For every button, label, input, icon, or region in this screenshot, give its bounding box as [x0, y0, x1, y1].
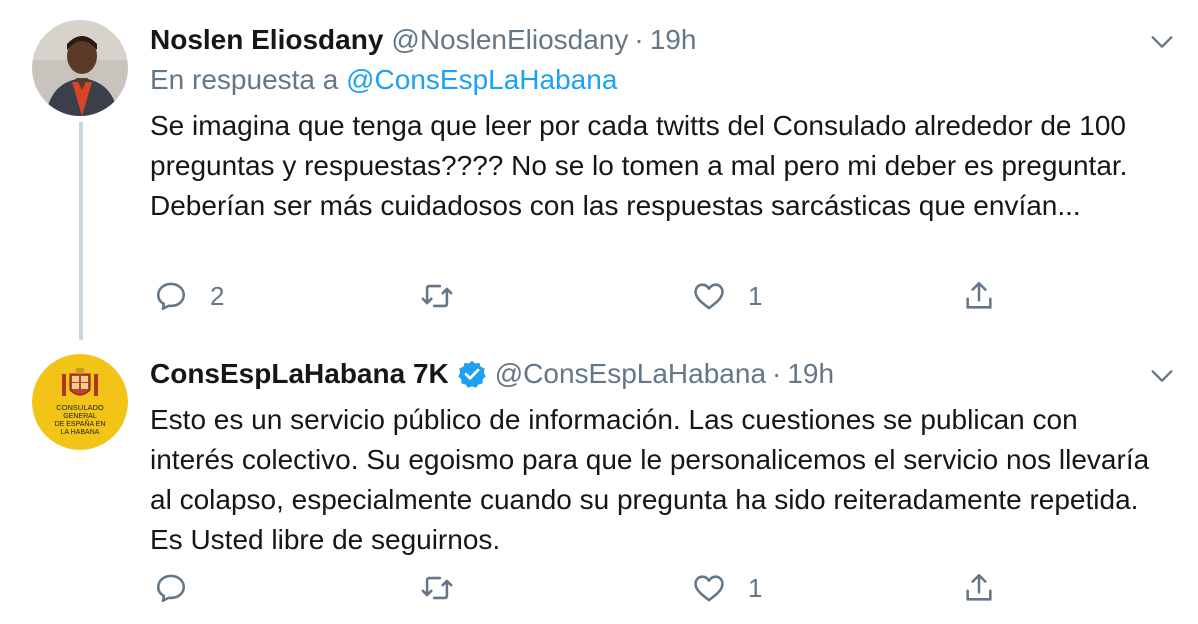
retweet-icon	[421, 576, 453, 600]
heart-icon	[694, 283, 724, 310]
timestamp[interactable]: 19h	[650, 24, 697, 55]
reply-button[interactable]: 2	[154, 276, 224, 316]
retweet-button[interactable]	[420, 276, 476, 316]
user-handle[interactable]: @NoslenEliosdany	[391, 24, 628, 55]
tweet-actions: 2 1	[150, 276, 1010, 316]
heart-icon	[694, 575, 724, 602]
reply-icon	[156, 574, 186, 603]
like-button[interactable]: 1	[692, 276, 762, 316]
chevron-down-icon[interactable]	[1148, 362, 1176, 390]
logo-line: GENERAL	[63, 413, 97, 420]
tweet-actions: 1	[150, 568, 1010, 608]
user-handle[interactable]: @ConsEspLaHabana	[495, 358, 766, 389]
reply-count: 2	[210, 280, 225, 311]
share-button[interactable]	[962, 568, 996, 608]
logo-line: LA HABANA	[61, 429, 100, 436]
reply-button[interactable]	[154, 568, 210, 608]
share-icon	[966, 573, 992, 601]
timestamp[interactable]: 19h	[787, 358, 834, 389]
tweet-header: ConsEspLaHabana 7K @ConsEspLaHabana · 19h	[150, 356, 1158, 392]
reply-icon	[156, 282, 186, 311]
user-avatar[interactable]	[32, 20, 128, 116]
tweet[interactable]: CONSULADO GENERAL DE ESPAÑA EN LA HABANA…	[0, 340, 1198, 624]
like-button[interactable]: 1	[692, 568, 762, 608]
tweet[interactable]: Noslen Eliosdany @NoslenEliosdany · 19h En …	[0, 0, 1198, 340]
tweet-content: Noslen Eliosdany @NoslenEliosdany · 19h En …	[150, 22, 1158, 226]
tweet-text: Esto es un servicio público de informaci…	[150, 404, 1150, 555]
retweet-icon	[421, 284, 453, 308]
thread-connector-line	[79, 122, 83, 340]
tweet-text: Se imagina que tenga que leer por cada t…	[150, 110, 1128, 221]
user-photo-avatar-icon	[32, 20, 128, 116]
consulate-logo-avatar-icon: CONSULADO GENERAL DE ESPAÑA EN LA HABANA	[32, 354, 128, 450]
tweet-content: ConsEspLaHabana 7K @ConsEspLaHabana · 19h …	[150, 356, 1158, 560]
logo-line: CONSULADO	[56, 403, 104, 412]
share-button[interactable]	[962, 276, 996, 316]
verified-badge-icon	[458, 360, 486, 388]
like-count: 1	[748, 280, 763, 311]
separator-dot: ·	[634, 24, 644, 55]
logo-line: DE ESPAÑA EN	[55, 419, 106, 428]
reply-prefix: En respuesta a	[150, 64, 339, 95]
display-name[interactable]: Noslen Eliosdany	[150, 24, 383, 55]
reply-mention-link[interactable]: @ConsEspLaHabana	[346, 64, 617, 95]
chevron-down-icon[interactable]	[1148, 28, 1176, 56]
display-name[interactable]: ConsEspLaHabana 7K	[150, 358, 449, 389]
separator-dot: ·	[772, 358, 782, 389]
retweet-button[interactable]	[420, 568, 476, 608]
tweet-header: Noslen Eliosdany @NoslenEliosdany · 19h	[150, 22, 1158, 58]
like-count: 1	[748, 572, 763, 603]
reply-context: En respuesta a @ConsEspLaHabana	[150, 62, 1158, 98]
user-avatar[interactable]: CONSULADO GENERAL DE ESPAÑA EN LA HABANA	[32, 354, 128, 450]
share-icon	[966, 281, 992, 309]
